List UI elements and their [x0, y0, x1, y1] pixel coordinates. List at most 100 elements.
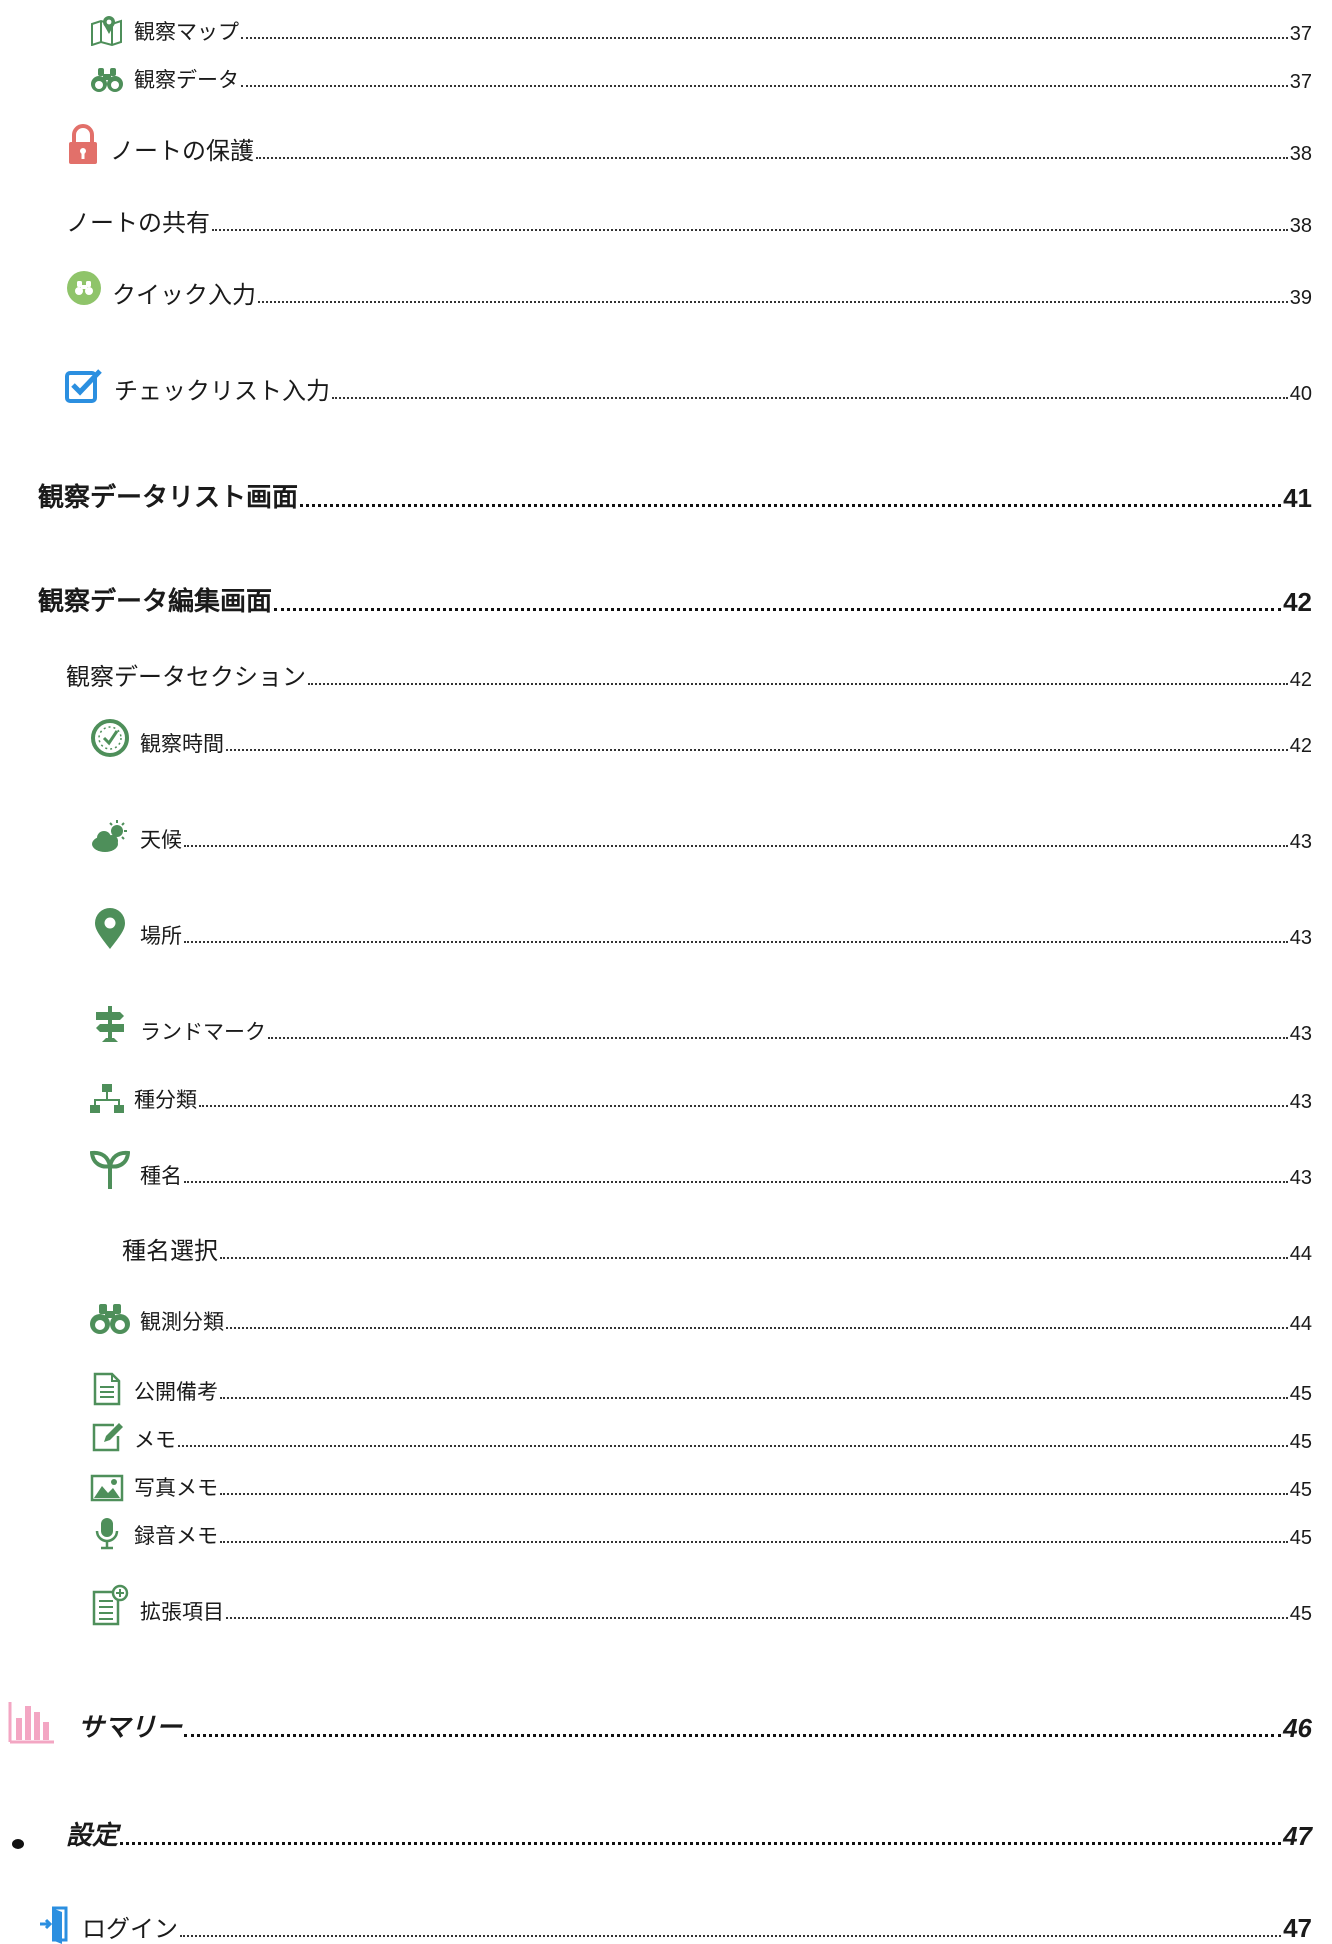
edit-note-icon	[90, 1420, 124, 1454]
map-icon	[90, 14, 124, 46]
leader-dots	[184, 1181, 1288, 1183]
toc-entry-species-name[interactable]: 種名 43	[90, 1150, 1312, 1190]
toc-entry-public-note[interactable]: 公開備考 45	[90, 1366, 1312, 1406]
binoculars-icon	[90, 66, 124, 94]
toc-entry-data-list-screen[interactable]: 観察データリスト画面 41	[38, 474, 1312, 514]
leader-dots	[226, 1617, 1288, 1619]
toc-entry-settings[interactable]: 設定 47	[10, 1808, 1312, 1852]
page-number: 43	[1289, 1091, 1312, 1113]
signpost-icon	[90, 1004, 130, 1046]
sprout-icon	[90, 1150, 130, 1190]
page-number: 44	[1289, 1313, 1312, 1335]
entry-label: 観察時間	[140, 732, 224, 756]
leader-dots	[184, 845, 1288, 847]
add-document-icon	[90, 1584, 130, 1626]
hierarchy-icon	[90, 1082, 124, 1114]
entry-label: サマリー	[78, 1713, 183, 1743]
toc-entry-landmark[interactable]: ランドマーク 43	[90, 1006, 1312, 1046]
page-number: 44	[1289, 1243, 1312, 1265]
toc-entry-observation-time[interactable]: 観察時間 42	[90, 718, 1312, 758]
page-number: 43	[1289, 927, 1312, 949]
page-number: 38	[1289, 143, 1312, 165]
toc-entry-note-protection[interactable]: ノートの保護 38	[66, 124, 1312, 166]
toc-entry-place[interactable]: 場所 43	[90, 908, 1312, 950]
leader-dots	[241, 85, 1288, 87]
bullet-icon	[10, 1832, 26, 1852]
toc-entry-memo[interactable]: メモ 45	[90, 1414, 1312, 1454]
entry-label: 公開備考	[134, 1380, 218, 1404]
entry-label: メモ	[134, 1428, 176, 1452]
toc-entry-observation-class[interactable]: 観測分類 44	[90, 1296, 1312, 1336]
leader-dots	[258, 301, 1288, 303]
image-icon	[90, 1472, 124, 1502]
toc-entry-photo-memo[interactable]: 写真メモ 45	[90, 1462, 1312, 1502]
leader-dots	[220, 1397, 1288, 1399]
leader-dots	[332, 397, 1288, 399]
leader-dots	[199, 1105, 1288, 1107]
page-number: 45	[1289, 1603, 1312, 1625]
page-number: 45	[1289, 1431, 1312, 1453]
page-number: 37	[1289, 23, 1312, 45]
page-number: 39	[1289, 287, 1312, 309]
page-number: 43	[1289, 831, 1312, 853]
entry-label: 場所	[140, 924, 182, 948]
toc-entry-weather[interactable]: 天候 43	[90, 814, 1312, 854]
page-number: 45	[1289, 1527, 1312, 1549]
entry-label: 観察データ編集画面	[38, 587, 273, 617]
toc-entry-extended-items[interactable]: 拡張項目 45	[90, 1584, 1312, 1626]
leader-dots	[220, 1541, 1288, 1543]
checkbox-icon	[64, 366, 104, 406]
entry-label: クイック入力	[112, 281, 256, 309]
entry-label: チェックリスト入力	[114, 377, 330, 405]
entry-label: 録音メモ	[134, 1524, 218, 1548]
leader-dots	[300, 504, 1282, 507]
weather-icon	[90, 820, 130, 854]
entry-label: 設定	[66, 1821, 119, 1851]
leader-dots	[241, 37, 1288, 39]
entry-label: 種名選択	[122, 1237, 218, 1265]
entry-label: ログイン	[82, 1915, 178, 1943]
toc-entry-checklist-input[interactable]: チェックリスト入力 40	[64, 366, 1312, 406]
page-number: 37	[1289, 71, 1312, 93]
page-number: 46	[1283, 1713, 1312, 1743]
toc-entry-data-section[interactable]: 観察データセクション 42	[66, 652, 1312, 692]
entry-label: 観察マップ	[134, 20, 239, 44]
binoculars-icon	[90, 1302, 130, 1336]
page-number: 45	[1289, 1383, 1312, 1405]
document-icon	[90, 1372, 124, 1406]
leader-dots	[178, 1445, 1288, 1447]
toc-entry-map[interactable]: 観察マップ 37	[90, 6, 1312, 46]
page-number: 41	[1283, 483, 1312, 513]
leader-dots	[212, 229, 1288, 231]
toc-entry-note-sharing[interactable]: ノートの共有 38	[66, 198, 1312, 238]
page-number: 43	[1289, 1167, 1312, 1189]
page-number: 40	[1289, 383, 1312, 405]
toc-entry-login[interactable]: ログイン 47	[38, 1900, 1312, 1944]
page-number: 42	[1289, 735, 1312, 757]
entry-label: 種分類	[134, 1088, 197, 1112]
entry-label: 観測分類	[140, 1310, 224, 1334]
leader-dots	[180, 1935, 1282, 1937]
page-number: 42	[1289, 669, 1312, 691]
leader-dots	[184, 1734, 1282, 1737]
page-number: 47	[1283, 1821, 1312, 1851]
toc-entry-observation-data[interactable]: 観察データ 37	[90, 54, 1312, 94]
toc-entry-data-edit-screen[interactable]: 観察データ編集画面 42	[38, 578, 1312, 618]
toc-entry-species-select[interactable]: 種名選択 44	[122, 1226, 1312, 1266]
toc-entry-audio-memo[interactable]: 録音メモ 45	[90, 1510, 1312, 1550]
toc-entry-summary[interactable]: サマリー 46	[8, 1698, 1312, 1744]
leader-dots	[308, 683, 1288, 685]
toc-entry-quick-input[interactable]: クイック入力 39	[66, 270, 1312, 310]
page-number: 45	[1289, 1479, 1312, 1501]
leader-dots	[226, 749, 1288, 751]
login-icon	[38, 1904, 72, 1944]
leader-dots	[274, 608, 1282, 611]
toc-entry-taxonomy[interactable]: 種分類 43	[90, 1074, 1312, 1114]
page-number: 47	[1283, 1913, 1312, 1943]
quick-input-icon	[66, 270, 102, 310]
entry-label: 観察データリスト画面	[38, 483, 299, 513]
clock-icon	[90, 718, 130, 758]
entry-label: ノートの保護	[110, 137, 254, 165]
entry-label: 観察データセクション	[66, 663, 306, 691]
microphone-icon	[90, 1516, 124, 1550]
